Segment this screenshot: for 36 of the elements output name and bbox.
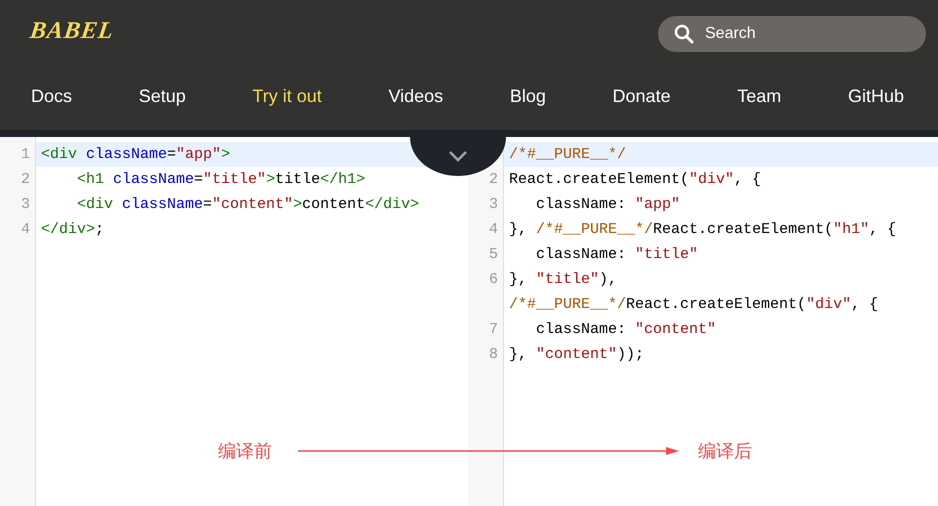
code-line: }, /*#__PURE__*/React.createElement("h1", { — [508, 220, 898, 240]
code-line: <h1 className="title">title</h1> — [76, 170, 366, 190]
chevron-down-icon — [448, 150, 468, 162]
code-line: className: "content" — [535, 320, 718, 340]
nav-link[interactable]: Videos — [388, 86, 444, 106]
line-number: 6 — [488, 270, 499, 290]
line-number: 2 — [488, 170, 499, 190]
nav-link[interactable]: GitHub — [848, 86, 904, 106]
code-line: <div className="content">content</div> — [76, 195, 420, 215]
annotation-label: 编译前 — [218, 440, 272, 463]
line-number: 5 — [488, 245, 499, 265]
line-number: 3 — [488, 195, 499, 215]
nav-link[interactable]: Blog — [510, 86, 546, 106]
line-number: 1 — [20, 145, 31, 165]
annotation-label: 编译后 — [698, 440, 752, 463]
nav-link[interactable]: Setup — [138, 86, 186, 106]
code-line: </div>; — [40, 220, 106, 240]
search-field[interactable]: Search — [658, 16, 926, 52]
nav-link[interactable]: Try it out — [252, 86, 322, 106]
code-line: /*#__PURE__*/React.createElement("div", { — [508, 295, 880, 315]
line-number: 4 — [20, 220, 31, 240]
nav-link[interactable]: Donate — [612, 86, 671, 106]
code-line: className: "title" — [535, 245, 700, 265]
nav-link[interactable]: Docs — [31, 86, 72, 106]
search-icon — [674, 24, 694, 44]
code-line: React.createElement("div", { — [508, 170, 762, 190]
nav-link[interactable]: Team — [737, 86, 782, 106]
babel-logo[interactable]: BABEL — [28, 18, 116, 44]
code-line: className: "app" — [535, 195, 682, 215]
line-number: 7 — [488, 320, 499, 340]
line-number: 2 — [20, 170, 31, 190]
line-number: 3 — [20, 195, 31, 215]
line-number: 8 — [488, 345, 499, 365]
line-number: 4 — [488, 220, 499, 240]
code-line: }, "title"), — [508, 270, 618, 290]
code-line: }, "content")); — [508, 345, 646, 365]
